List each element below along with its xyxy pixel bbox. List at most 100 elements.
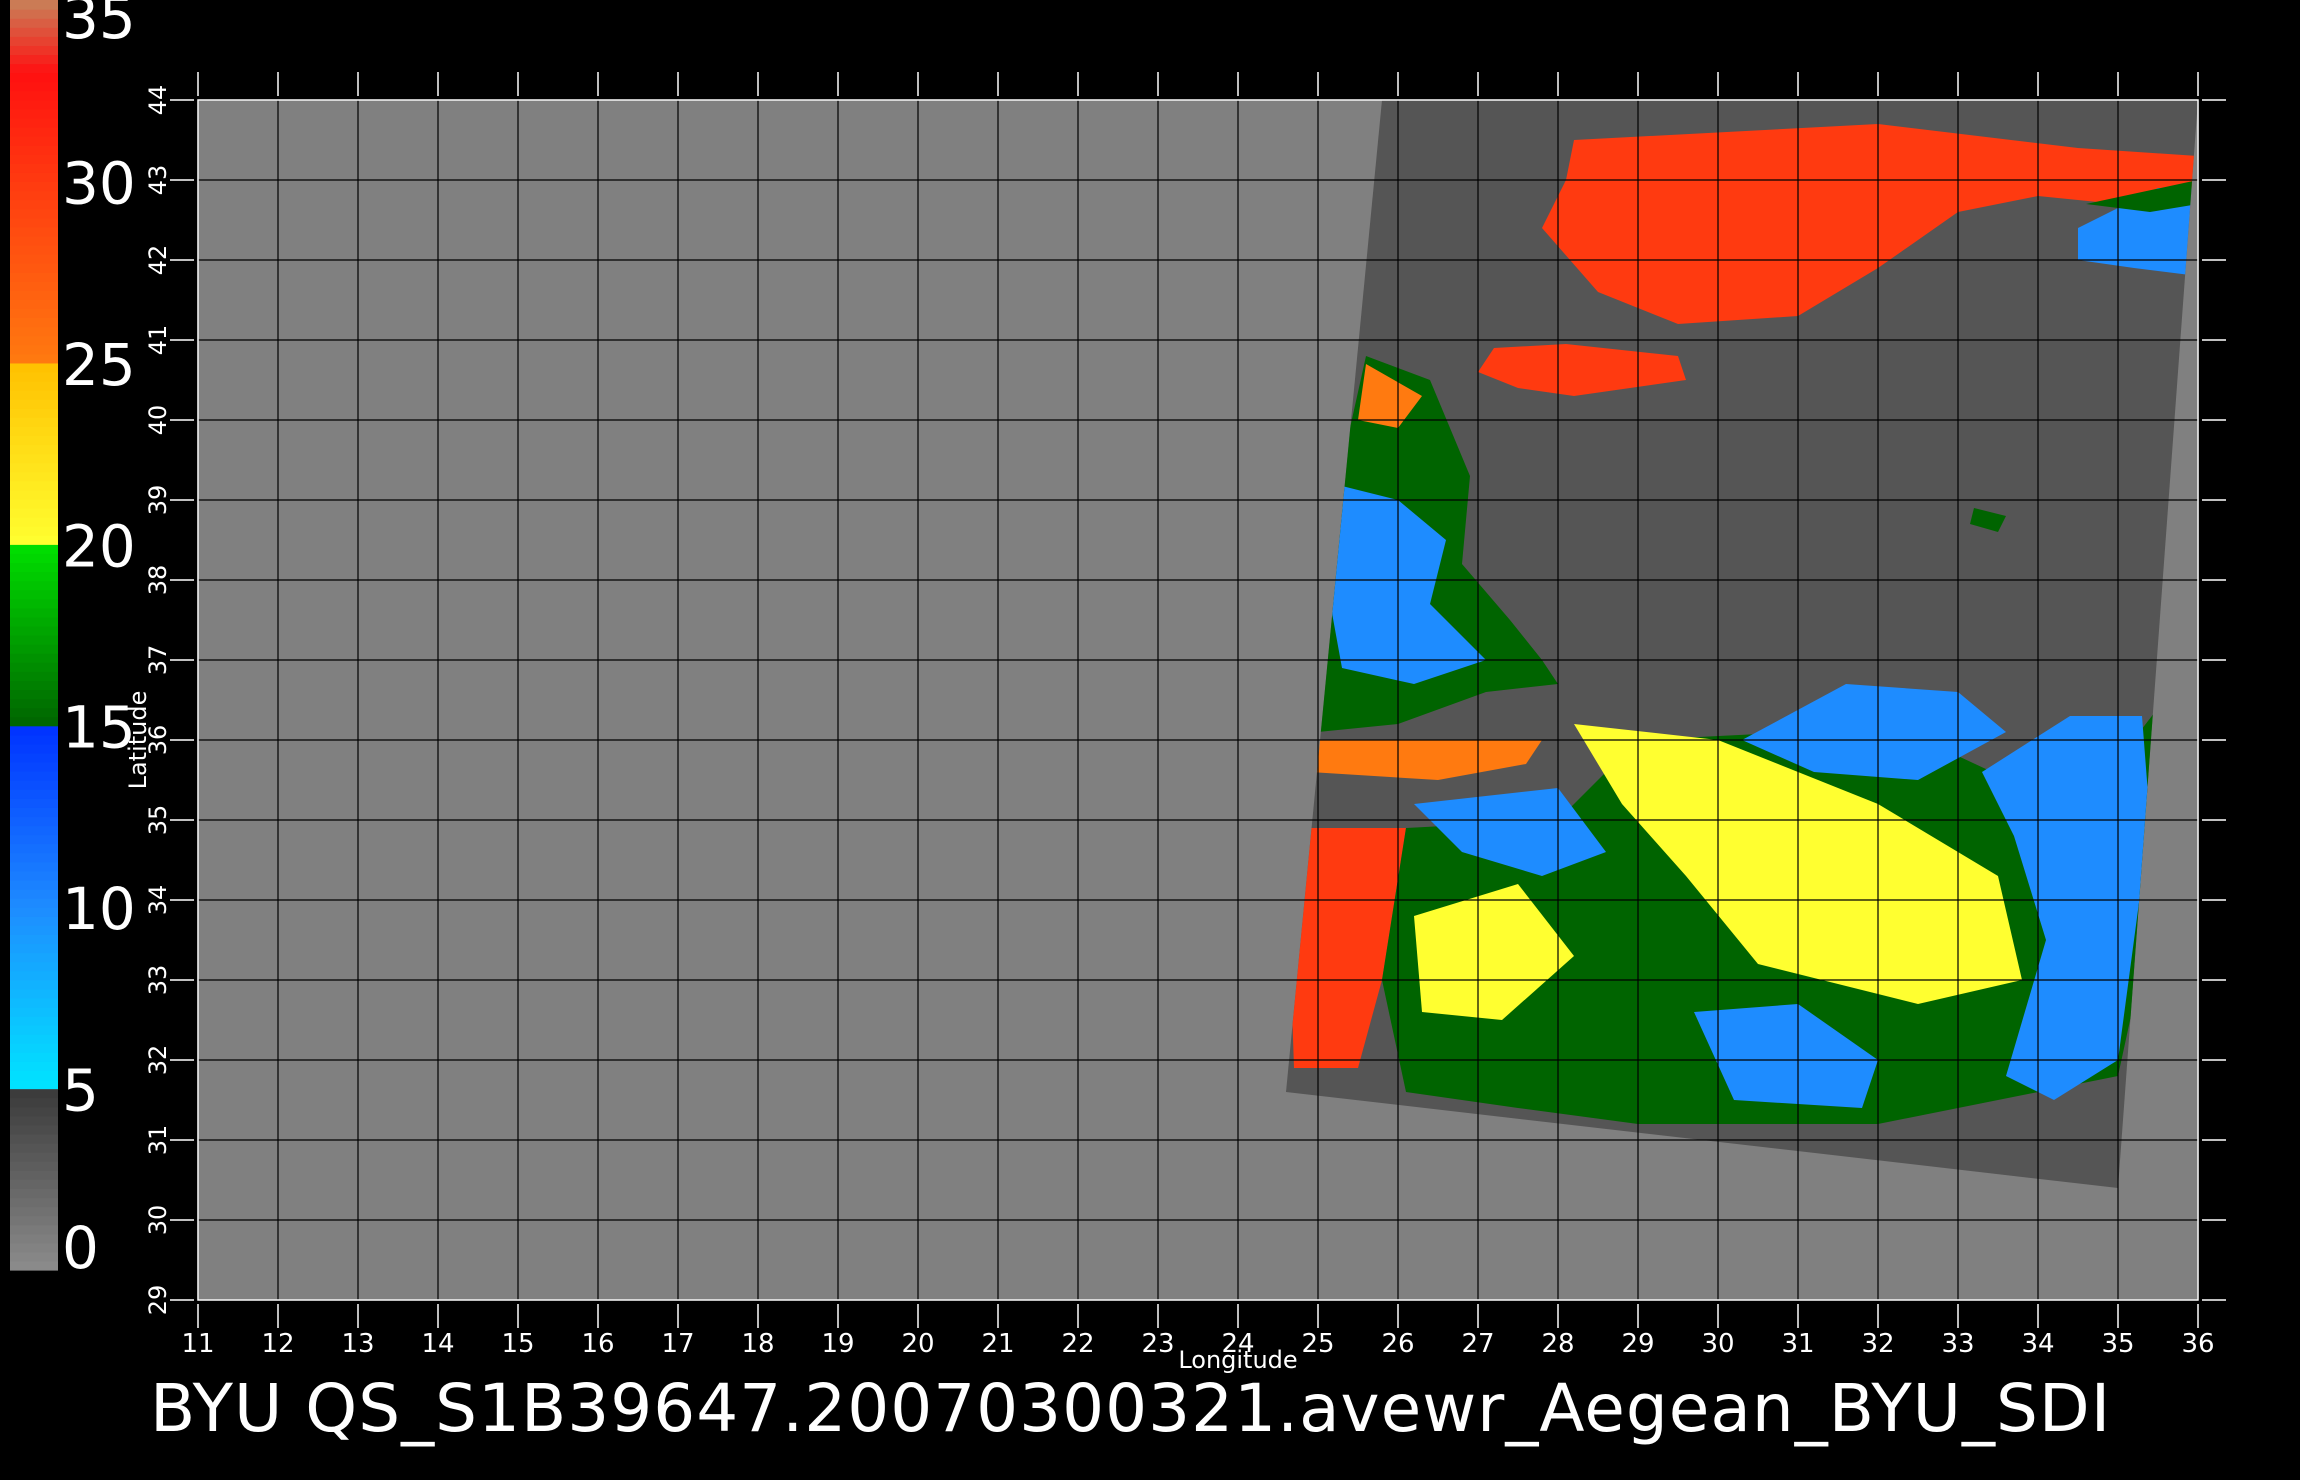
colorbar-step bbox=[10, 108, 58, 119]
colorbar-step bbox=[10, 417, 58, 427]
colorbar-step bbox=[10, 589, 58, 600]
y-tick-label: 35 bbox=[144, 805, 172, 836]
colorbar-step bbox=[10, 254, 58, 264]
colorbar-step bbox=[10, 671, 58, 681]
colorbar-step bbox=[10, 36, 58, 46]
x-tick-label: 13 bbox=[341, 1329, 374, 1359]
colorbar-tick-label: 10 bbox=[62, 875, 136, 943]
colorbar-step bbox=[10, 244, 58, 255]
colorbar-step bbox=[10, 90, 58, 101]
colorbar-step bbox=[10, 834, 58, 845]
colorbar-step bbox=[10, 517, 58, 527]
colorbar-step bbox=[10, 825, 58, 836]
colorbar-step bbox=[10, 1088, 58, 1099]
x-tick-label: 20 bbox=[901, 1329, 934, 1359]
colorbar-step bbox=[10, 281, 58, 291]
colorbar-step bbox=[10, 598, 58, 609]
colorbar-step bbox=[10, 852, 58, 863]
colorbar-step bbox=[10, 54, 58, 65]
colorbar-step bbox=[10, 272, 58, 282]
colorbar-step bbox=[10, 698, 58, 709]
colorbar-step bbox=[10, 154, 58, 164]
colorbar-step bbox=[10, 1034, 58, 1044]
colorbar-step bbox=[10, 653, 58, 663]
colorbar-step bbox=[10, 934, 58, 945]
colorbar-step bbox=[10, 780, 58, 790]
colorbar-step bbox=[10, 952, 58, 963]
colorbar-step bbox=[10, 117, 58, 128]
colorbar-step bbox=[10, 1233, 58, 1244]
colorbar-step bbox=[10, 879, 58, 890]
colorbar-step bbox=[10, 344, 58, 355]
colorbar-step bbox=[10, 18, 58, 28]
colorbar-step bbox=[10, 743, 58, 754]
colorbar-step bbox=[10, 136, 58, 146]
colorbar-step bbox=[10, 997, 58, 1008]
colorbar-tick-label: 20 bbox=[62, 512, 136, 580]
y-tick-label: 41 bbox=[144, 325, 172, 356]
colorbar-tick-label: 5 bbox=[62, 1057, 99, 1125]
colorbar-step bbox=[10, 907, 58, 917]
y-tick-label: 42 bbox=[144, 245, 172, 276]
colorbar-step bbox=[10, 553, 58, 564]
colorbar-step bbox=[10, 889, 58, 899]
colorbar-step bbox=[10, 970, 58, 981]
colorbar-step bbox=[10, 408, 58, 418]
colorbar-step bbox=[10, 426, 58, 437]
x-tick-label: 14 bbox=[421, 1329, 454, 1359]
colorbar-step bbox=[10, 1016, 58, 1026]
colorbar-step bbox=[10, 535, 58, 545]
colorbar-step bbox=[10, 943, 58, 954]
colorbar-step bbox=[10, 208, 58, 219]
colorbar-step bbox=[10, 771, 58, 781]
y-axis-label: Latitude bbox=[124, 691, 152, 790]
colorbar-step bbox=[10, 916, 58, 926]
colorbar-step bbox=[10, 45, 58, 56]
colorbar-step bbox=[10, 1006, 58, 1017]
y-tick-label: 32 bbox=[144, 1045, 172, 1076]
x-tick-label: 33 bbox=[1941, 1329, 1974, 1359]
colorbar-step bbox=[10, 616, 58, 627]
colorbar-step bbox=[10, 199, 58, 210]
colorbar-step bbox=[10, 1043, 58, 1053]
colorbar-step bbox=[10, 1079, 58, 1090]
colorbar-step bbox=[10, 317, 58, 328]
colorbar-step bbox=[10, 290, 58, 300]
colorbar-step bbox=[10, 1115, 58, 1126]
colorbar-step bbox=[10, 263, 58, 273]
x-tick-label: 30 bbox=[1701, 1329, 1734, 1359]
colorbar-step bbox=[10, 471, 58, 482]
x-tick-label: 17 bbox=[661, 1329, 694, 1359]
colorbar-step bbox=[10, 1206, 58, 1217]
colorbar-step bbox=[10, 1025, 58, 1035]
x-tick-label: 18 bbox=[741, 1329, 774, 1359]
colorbar-step bbox=[10, 526, 58, 536]
colorbar-step bbox=[10, 362, 58, 373]
colorbar-step bbox=[10, 988, 58, 999]
colorbar-step bbox=[10, 925, 58, 935]
x-tick-label: 32 bbox=[1861, 1329, 1894, 1359]
x-tick-label: 31 bbox=[1781, 1329, 1814, 1359]
colorbar-step bbox=[10, 1070, 58, 1081]
wind-speed-map: 05101520253035 11 12 13 14 15 16 17 18 19 20 21 22 2… bbox=[0, 0, 2300, 1480]
colorbar-step bbox=[10, 1124, 58, 1135]
colorbar-step bbox=[10, 81, 58, 92]
colorbar-step bbox=[10, 1242, 58, 1253]
colorbar-step bbox=[10, 508, 58, 518]
colorbar-step bbox=[10, 498, 58, 509]
x-tick-label: 29 bbox=[1621, 1329, 1654, 1359]
colorbar-step bbox=[10, 1061, 58, 1072]
colorbar-step bbox=[10, 580, 58, 591]
x-tick-label: 19 bbox=[821, 1329, 854, 1359]
colorbar-tick-label: 25 bbox=[62, 331, 136, 399]
colorbar-step bbox=[10, 689, 58, 700]
colorbar-step bbox=[10, 798, 58, 808]
y-tick-label: 31 bbox=[144, 1125, 172, 1156]
colorbar-step bbox=[10, 308, 58, 319]
colorbar-step bbox=[10, 607, 58, 618]
x-tick-label: 11 bbox=[181, 1329, 214, 1359]
x-tick-label: 28 bbox=[1541, 1329, 1574, 1359]
y-tick-label: 43 bbox=[144, 165, 172, 196]
colorbar-step bbox=[10, 381, 58, 391]
colorbar-step bbox=[10, 390, 58, 400]
